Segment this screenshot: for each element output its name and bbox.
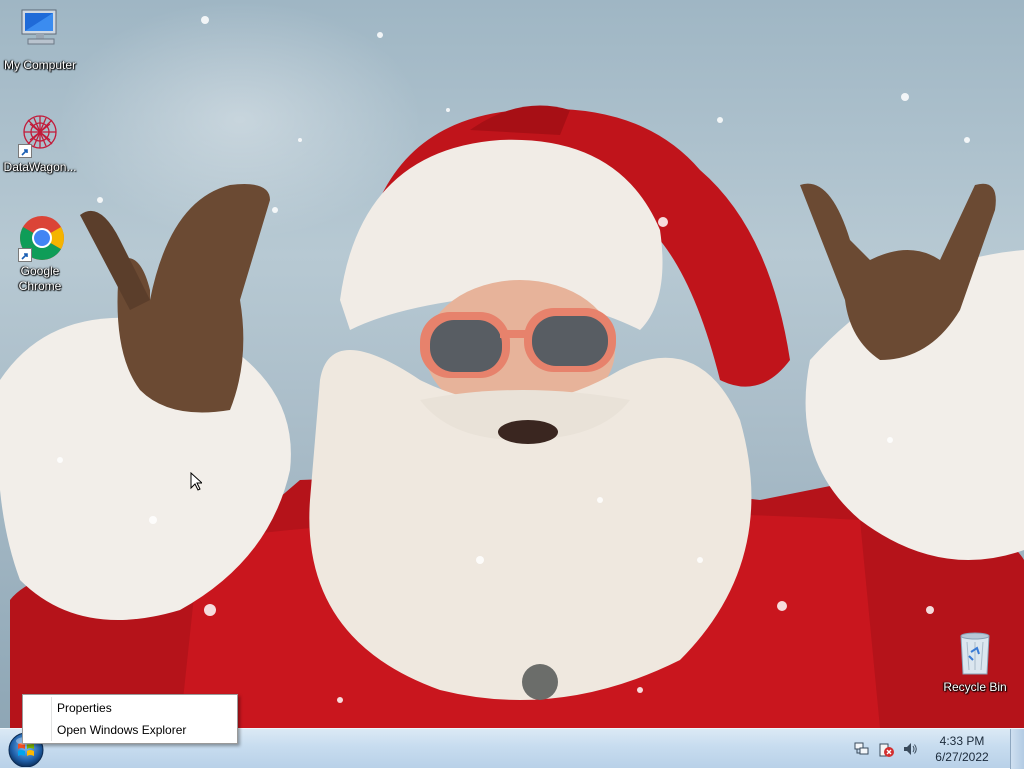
menu-item-properties[interactable]: Properties xyxy=(25,697,235,719)
desktop-icon-label: My Computer xyxy=(3,58,77,72)
desktop[interactable]: My Computer DataWagon... Google Chrome R… xyxy=(0,0,1024,728)
action-center-icon[interactable] xyxy=(878,741,894,757)
desktop-icon-label: Recycle Bin xyxy=(943,680,1007,694)
wallpaper-image xyxy=(0,16,1024,728)
recycle-bin-icon xyxy=(951,630,999,678)
shortcut-arrow-icon xyxy=(18,248,32,262)
desktop-icon-google-chrome[interactable]: Google Chrome xyxy=(0,214,80,294)
network-icon[interactable] xyxy=(854,741,870,757)
desktop-icon-label: DataWagon... xyxy=(3,160,77,174)
desktop-icon-my-computer[interactable]: My Computer xyxy=(0,8,80,73)
shortcut-arrow-icon xyxy=(18,144,32,158)
computer-icon xyxy=(16,8,64,56)
volume-icon[interactable] xyxy=(902,741,918,757)
datawagon-icon xyxy=(16,110,64,158)
taskbar-context-menu: Properties Open Windows Explorer xyxy=(22,694,238,744)
desktop-icon-datawagon[interactable]: DataWagon... xyxy=(0,110,80,175)
menu-item-open-windows-explorer[interactable]: Open Windows Explorer xyxy=(25,719,235,741)
mouse-cursor-icon xyxy=(190,472,202,491)
clock-date: 6/27/2022 xyxy=(935,750,989,764)
clock-time: 4:33 PM xyxy=(939,734,985,748)
show-desktop-button[interactable] xyxy=(1010,729,1024,769)
taskbar-clock[interactable]: 4:33 PM 6/27/2022 xyxy=(922,733,1002,765)
desktop-icon-label: Google Chrome xyxy=(18,264,62,293)
desktop-icon-recycle-bin[interactable]: Recycle Bin xyxy=(935,630,1015,695)
chrome-icon xyxy=(16,214,64,262)
system-tray: 4:33 PM 6/27/2022 xyxy=(854,729,1024,769)
